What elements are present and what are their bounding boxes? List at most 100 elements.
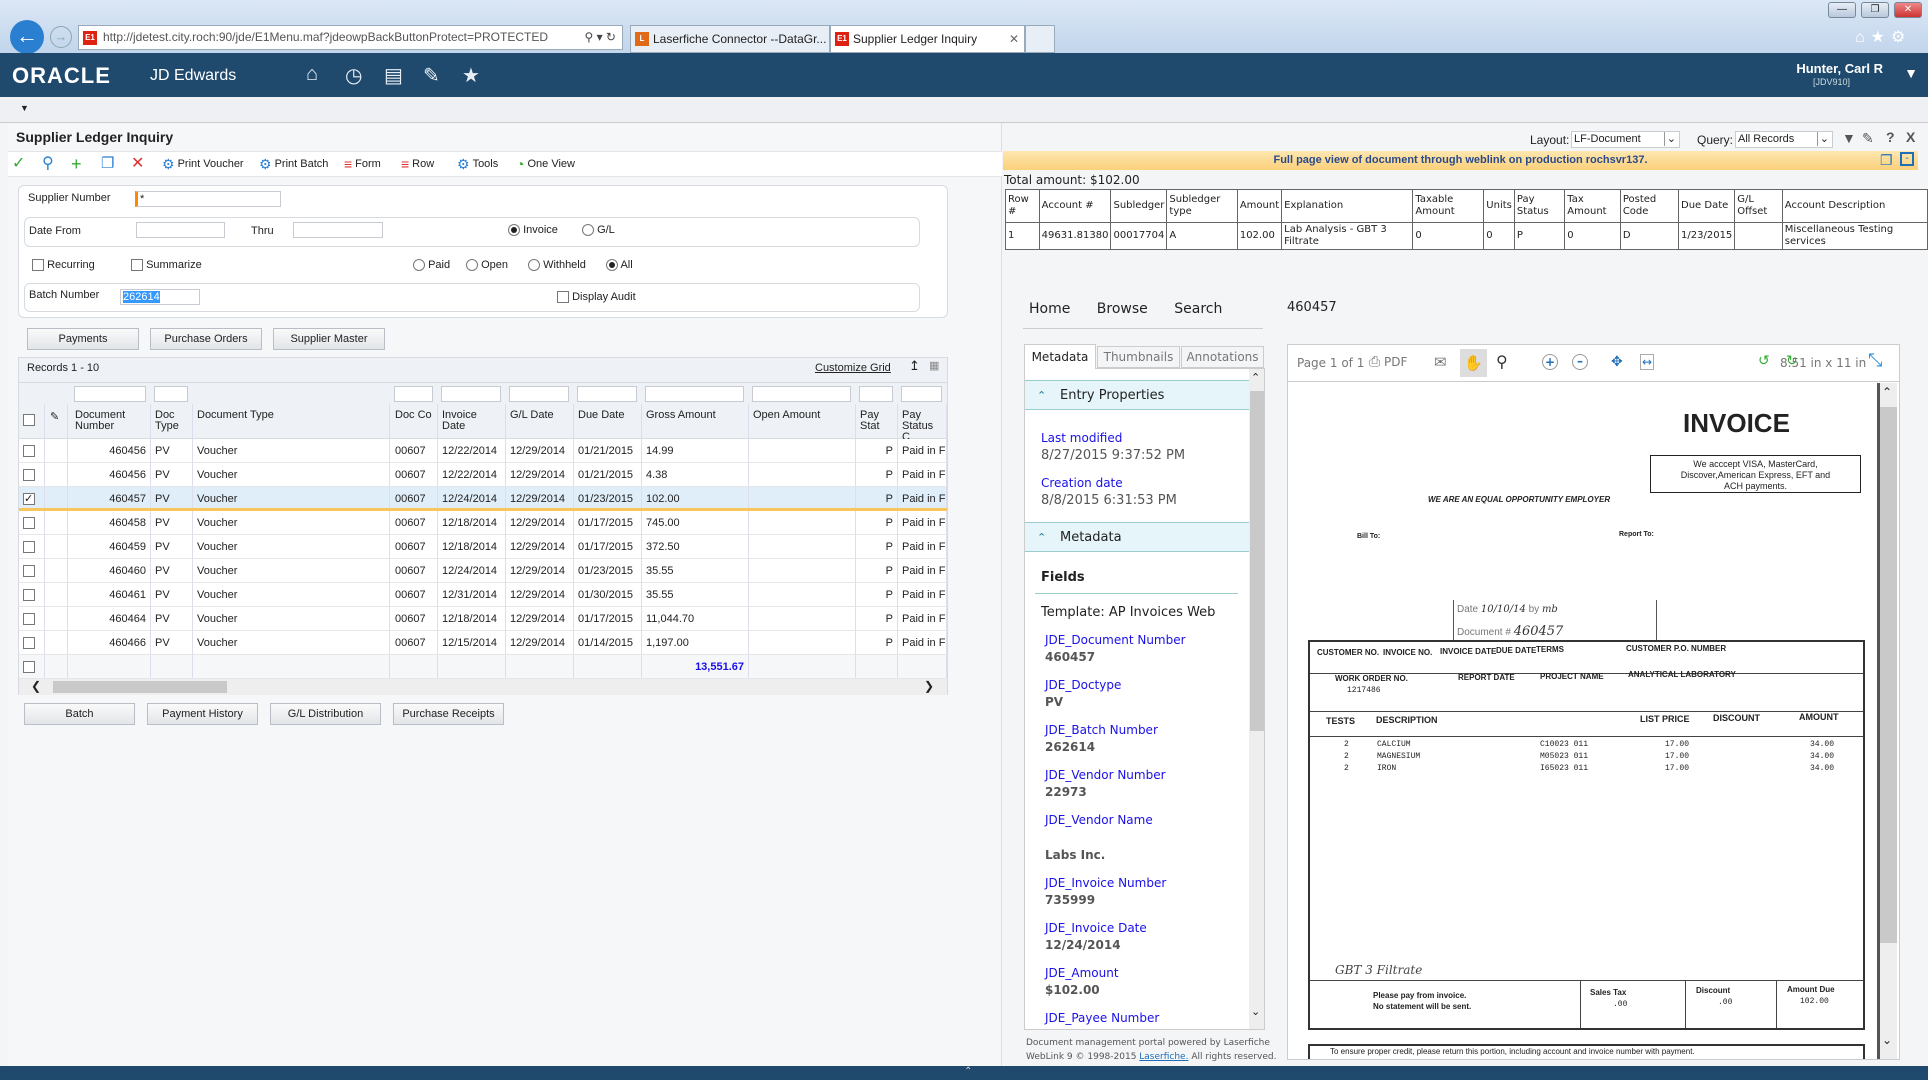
print-pdf-button[interactable]: ⎙ PDF — [1369, 354, 1407, 370]
fit-width-icon[interactable]: ↔ — [1640, 354, 1655, 370]
row-checkbox[interactable] — [23, 637, 35, 650]
scroll-left-icon[interactable]: ❮ — [31, 679, 41, 693]
tab-metadata[interactable]: Metadata — [1024, 344, 1096, 369]
recurring-checkbox[interactable]: Recurring — [32, 259, 95, 272]
withheld-radio[interactable]: Withheld — [528, 259, 586, 272]
scroll-up-icon[interactable]: ⌃ — [1882, 385, 1892, 399]
open-radio[interactable]: Open — [466, 259, 508, 272]
column-filter-input[interactable] — [645, 386, 744, 402]
table-row[interactable]: 460456 PV Voucher 00607 12/22/2014 12/29/2014… — [19, 439, 947, 463]
column-filter-input[interactable] — [901, 386, 942, 402]
horizontal-scrollbar[interactable]: ❮ ❯ — [19, 679, 947, 695]
payment-history-button[interactable]: Payment History — [147, 703, 258, 725]
watchlist-icon[interactable]: ▤ — [384, 63, 403, 88]
form-menu-button[interactable]: ≡ Form — [344, 155, 381, 173]
table-row[interactable]: 460456 PV Voucher 00607 12/22/2014 12/29/2014… — [19, 463, 947, 487]
table-row[interactable]: 460466 PV Voucher 00607 12/15/2014 12/29/2014… — [19, 631, 947, 655]
select-all-checkbox[interactable] — [23, 414, 35, 426]
metadata-header[interactable]: ⌃ Metadata — [1025, 522, 1249, 552]
close-window-button[interactable]: ✕ — [1894, 2, 1922, 18]
tab-annotations[interactable]: Annotations — [1181, 346, 1264, 368]
home-icon[interactable]: ⌂ — [1855, 29, 1871, 46]
address-bar[interactable]: E1 http://jdetest.city.roch:90/jde/E1Menu… — [78, 25, 623, 50]
table-row[interactable]: 460459 PV Voucher 00607 12/18/2014 12/29/2014… — [19, 535, 947, 559]
scroll-right-icon[interactable]: ❯ — [924, 679, 934, 693]
column-filter-input[interactable] — [509, 386, 569, 402]
gear-icon[interactable]: ⚙ — [1891, 29, 1911, 46]
column-filter-input[interactable] — [441, 386, 501, 402]
entry-properties-header[interactable]: ⌃ Entry Properties — [1025, 380, 1249, 410]
copy-icon[interactable]: ❐ — [101, 155, 114, 173]
fit-page-icon[interactable]: ✥ — [1611, 354, 1623, 370]
all-radio[interactable]: All — [606, 259, 633, 272]
nav-home[interactable]: Home — [1029, 301, 1070, 317]
edit-pen-icon[interactable]: ✎ — [1862, 130, 1874, 147]
table-row[interactable]: 460461 PV Voucher 00607 12/31/2014 12/29/2014… — [19, 583, 947, 607]
maximize-grid-icon[interactable]: ▦ — [929, 359, 939, 372]
edit-icon[interactable]: ✎ — [423, 63, 440, 88]
tools-button[interactable]: ⚙ Tools — [457, 155, 498, 173]
scroll-down-icon[interactable]: ⌄ — [1882, 1033, 1892, 1047]
ok-check-icon[interactable]: ✓ — [12, 155, 25, 173]
grid-column-header[interactable]: Invoice Date — [438, 404, 506, 440]
customize-grid-link[interactable]: Customize Grid — [815, 362, 891, 374]
table-row[interactable]: 460458 PV Voucher 00607 12/18/2014 12/29/2014… — [19, 511, 947, 535]
query-select[interactable]: All Records ⌄ — [1735, 131, 1833, 148]
supplier-master-button[interactable]: Supplier Master — [273, 328, 385, 350]
minimize-panel-icon[interactable]: - — [1900, 152, 1914, 166]
row-checkbox[interactable] — [23, 661, 35, 674]
grid-column-header[interactable]: Document Type — [193, 404, 390, 440]
add-plus-icon[interactable]: + — [71, 155, 82, 173]
grid-column-header[interactable]: Document Number — [71, 404, 151, 440]
row-checkbox[interactable] — [23, 565, 35, 578]
laserfiche-link[interactable]: Laserfiche. — [1139, 1052, 1188, 1062]
email-icon[interactable]: ✉ — [1434, 353, 1447, 371]
back-button[interactable]: ← — [10, 20, 44, 54]
invoice-image[interactable]: INVOICE We acccept VISA, MasterCard, Dis… — [1290, 383, 1874, 1059]
column-filter-input[interactable] — [577, 386, 637, 402]
scrollbar-thumb[interactable] — [1250, 391, 1264, 731]
recent-icon[interactable]: ◷ — [345, 63, 362, 88]
tab-laserfiche[interactable]: L Laserfiche Connector --DataGr... — [630, 25, 830, 53]
column-filter-input[interactable] — [74, 386, 146, 402]
grid-column-header[interactable]: Due Date — [574, 404, 642, 440]
export-icon[interactable]: ↥ — [909, 358, 920, 374]
rotate-left-icon[interactable]: ↺ — [1758, 353, 1770, 369]
zoom-out-icon[interactable]: – — [1572, 354, 1588, 370]
restore-button[interactable]: ❐ — [1861, 2, 1889, 18]
browser-icons[interactable]: ⌂★⚙ — [1855, 27, 1911, 47]
new-tab-button[interactable] — [1025, 25, 1055, 53]
table-row[interactable]: ✓ 460457 PV Voucher 00607 12/24/2014 12/29/201… — [19, 487, 947, 511]
search-refresh-icon[interactable]: ⚲ ▾ ↻ — [584, 26, 616, 49]
close-tab-icon[interactable]: ✕ — [1009, 26, 1019, 52]
supplier-number-input[interactable]: * — [135, 191, 281, 207]
home-icon[interactable]: ⌂ — [306, 63, 318, 86]
thru-input[interactable] — [293, 222, 383, 238]
display-audit-checkbox[interactable]: Display Audit — [557, 291, 636, 304]
row-checkbox[interactable] — [23, 541, 35, 554]
help-icon[interactable]: ? — [1886, 129, 1895, 145]
row-checkbox[interactable] — [23, 469, 35, 482]
scrollbar-thumb[interactable] — [53, 681, 227, 693]
row-checkbox[interactable] — [23, 589, 35, 602]
date-from-input[interactable] — [136, 222, 225, 238]
gl-radio[interactable]: G/L — [582, 224, 615, 237]
vertical-scrollbar[interactable]: ⌃ ⌄ — [1249, 369, 1264, 1029]
table-row[interactable]: 1 49631.81380 00017704 A 102.00 Lab Analysis … — [1005, 222, 1928, 250]
scrollbar-thumb[interactable] — [1880, 407, 1897, 943]
column-filter-input[interactable] — [394, 386, 433, 402]
rotate-right-icon[interactable]: ↻ — [1786, 353, 1798, 369]
column-filter-input[interactable] — [752, 386, 851, 402]
one-view-button[interactable]: ◔ One View — [516, 155, 575, 173]
pan-hand-icon[interactable]: ✋ — [1460, 349, 1487, 377]
star-icon[interactable]: ★ — [1871, 29, 1891, 46]
carousel-toggle-icon[interactable]: ▼ — [20, 103, 29, 113]
find-search-icon[interactable]: ⚲ — [42, 155, 54, 173]
table-row[interactable]: 460464 PV Voucher 00607 12/18/2014 12/29/2014… — [19, 607, 947, 631]
forward-button[interactable]: → — [50, 26, 72, 48]
grid-column-header[interactable]: Doc Type — [151, 404, 193, 440]
grid-column-header[interactable]: Doc Co — [391, 404, 438, 440]
zoom-in-icon[interactable]: + — [1542, 354, 1558, 370]
popout-icon[interactable]: ❐ — [1880, 152, 1893, 169]
favorites-star-icon[interactable]: ★ — [462, 63, 480, 88]
